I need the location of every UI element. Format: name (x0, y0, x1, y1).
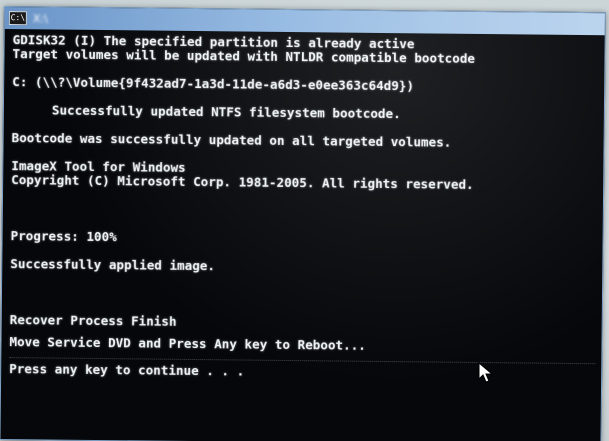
command-prompt-window[interactable]: C:\ X:\ GDISK32 (I) The specified partit… (0, 6, 606, 441)
photo-background: C:\ X:\ GDISK32 (I) The specified partit… (0, 0, 609, 441)
mouse-pointer-icon (478, 362, 494, 383)
console-output[interactable]: GDISK32 (I) The specified partition is a… (0, 29, 604, 441)
command-prompt-icon: C:\ (8, 11, 27, 26)
window-title: X:\ (32, 11, 48, 25)
